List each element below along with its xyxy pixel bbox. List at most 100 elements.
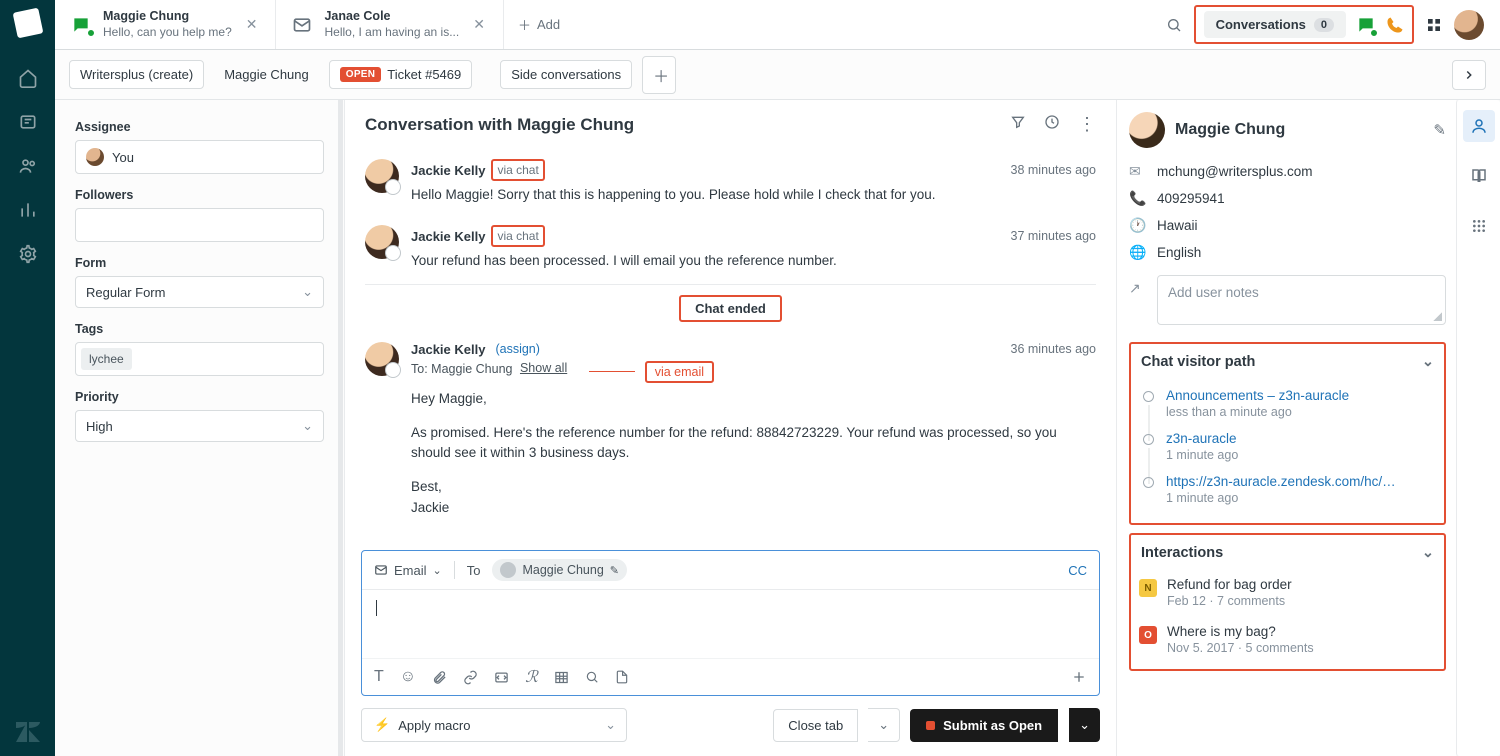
followers-field[interactable]: [75, 208, 324, 242]
chevron-down-icon: ⌄: [433, 564, 442, 577]
message-time: 36 minutes ago: [1011, 342, 1096, 356]
search-icon[interactable]: [1166, 17, 1182, 33]
conversations-button[interactable]: Conversations 0: [1204, 11, 1346, 38]
document-icon[interactable]: [615, 670, 629, 684]
interaction-title: Where is my bag?: [1167, 624, 1314, 639]
path-link[interactable]: Announcements – z3n-auracle: [1166, 388, 1349, 403]
submit-dropdown[interactable]: ⌄: [1069, 708, 1100, 742]
email-signoff-1: Best,: [411, 477, 1096, 497]
more-icon[interactable]: ⋮: [1078, 114, 1096, 135]
message-email: Jackie Kelly (assign) 36 minutes ago To:…: [365, 332, 1096, 528]
interaction-item[interactable]: O Where is my bag? Nov 5. 2017 · 5 comme…: [1137, 616, 1438, 663]
table-icon[interactable]: [554, 670, 569, 685]
avatar: [86, 148, 104, 166]
reporting-icon[interactable]: [18, 200, 38, 220]
apply-macro-button[interactable]: ⚡ Apply macro ⌄: [361, 708, 627, 742]
add-side-conversation-button[interactable]: ＋: [642, 56, 676, 94]
channel-selector[interactable]: Email ⌄: [374, 563, 442, 578]
filter-icon[interactable]: [1010, 114, 1026, 135]
close-icon[interactable]: ✕: [469, 12, 489, 37]
events-icon[interactable]: [1044, 114, 1060, 135]
submit-button[interactable]: Submit as Open: [910, 709, 1058, 742]
assignee-field[interactable]: You: [75, 140, 324, 174]
assign-link[interactable]: (assign): [495, 342, 539, 356]
interactions-header[interactable]: Interactions ⌄: [1137, 537, 1438, 569]
path-link[interactable]: https://z3n-auracle.zendesk.com/hc/en...: [1166, 474, 1396, 489]
admin-icon[interactable]: [18, 244, 38, 264]
tab-ticket-2[interactable]: Janae Cole Hello, I am having an is... ✕: [276, 0, 503, 49]
edit-icon[interactable]: ✎: [1433, 121, 1446, 139]
user-context-icon[interactable]: [1463, 110, 1495, 142]
tab-ticket-1[interactable]: Maggie Chung Hello, can you help me? ✕: [55, 0, 276, 49]
expand-apps-button[interactable]: [1452, 60, 1486, 90]
tags-label: Tags: [75, 322, 324, 336]
tags-field[interactable]: lychee: [75, 342, 324, 376]
tag-chip[interactable]: lychee: [81, 348, 132, 370]
expand-icon[interactable]: [1071, 669, 1087, 685]
conversation-panel: Conversation with Maggie Chung ⋮ Jackie …: [345, 100, 1116, 756]
views-icon[interactable]: [18, 112, 38, 132]
email-greeting: Hey Maggie,: [411, 389, 1096, 409]
edit-icon[interactable]: ✎: [610, 564, 619, 577]
message-time: 38 minutes ago: [1011, 163, 1096, 177]
text-format-icon[interactable]: T: [374, 668, 384, 686]
phone-tile-icon[interactable]: [1386, 16, 1404, 34]
assignee-label: Assignee: [75, 120, 324, 134]
customers-icon[interactable]: [18, 156, 38, 176]
current-user-avatar[interactable]: [1454, 10, 1484, 40]
message-channel: via chat: [491, 159, 544, 181]
avatar: [365, 342, 399, 376]
signature-icon[interactable]: ℛ: [525, 667, 538, 687]
breadcrumb-ticket[interactable]: OPEN Ticket #5469: [329, 60, 473, 89]
visitor-path-header[interactable]: Chat visitor path ⌄: [1137, 346, 1438, 378]
interactions-title: Interactions: [1141, 545, 1223, 561]
user-notes-field[interactable]: Add user notes: [1157, 275, 1446, 325]
email-body: As promised. Here's the reference number…: [411, 423, 1096, 464]
interaction-meta: Nov 5. 2017 · 5 comments: [1167, 641, 1314, 655]
knowledge-icon[interactable]: [1463, 160, 1495, 192]
code-icon[interactable]: [494, 670, 509, 685]
close-tab-dropdown[interactable]: ⌄: [868, 708, 900, 742]
conversation-title: Conversation with Maggie Chung: [365, 115, 634, 135]
interaction-meta: Feb 12 · 7 comments: [1167, 594, 1292, 608]
via-email-label: via email: [645, 361, 714, 383]
requester-avatar: [1129, 112, 1165, 148]
assignee-value: You: [112, 150, 134, 165]
breadcrumb-requester[interactable]: Maggie Chung: [214, 61, 319, 88]
add-tab-button[interactable]: ＋ Add: [504, 0, 574, 49]
avatar: [500, 562, 516, 578]
path-dot-icon: [1143, 477, 1154, 488]
attachment-icon[interactable]: [432, 670, 447, 685]
message-body: Your refund has been processed. I will e…: [411, 251, 1096, 271]
followers-label: Followers: [75, 188, 324, 202]
path-link[interactable]: z3n-auracle: [1166, 431, 1238, 446]
close-tab-button[interactable]: Close tab: [773, 709, 858, 742]
side-conversations-button[interactable]: Side conversations: [500, 60, 632, 89]
close-icon[interactable]: ✕: [242, 12, 262, 37]
apps-grid-icon[interactable]: [1426, 17, 1442, 33]
priority-select[interactable]: High ⌄: [75, 410, 324, 442]
apps-icon[interactable]: [1463, 210, 1495, 242]
status-badge: OPEN: [340, 67, 382, 82]
recipient-chip[interactable]: Maggie Chung ✎: [492, 559, 627, 581]
form-select[interactable]: Regular Form ⌄: [75, 276, 324, 308]
message-author: Jackie Kelly: [411, 229, 485, 244]
search-icon[interactable]: [585, 670, 599, 684]
visitor-path-title: Chat visitor path: [1141, 354, 1255, 370]
emoji-icon[interactable]: ☺: [400, 668, 416, 686]
tab-title: Maggie Chung: [103, 9, 232, 25]
composer-textarea[interactable]: [362, 590, 1099, 658]
show-all-link[interactable]: Show all: [520, 361, 567, 375]
online-dot-icon: [87, 29, 95, 37]
path-time: 1 minute ago: [1166, 491, 1396, 505]
breadcrumb-org[interactable]: Writersplus (create): [69, 60, 204, 89]
chevron-down-icon: ⌄: [1079, 717, 1090, 732]
requester-email: mchung@writersplus.com: [1157, 164, 1313, 179]
ticket-id: Ticket #5469: [387, 67, 461, 82]
interaction-item[interactable]: N Refund for bag order Feb 12 · 7 commen…: [1137, 569, 1438, 616]
chat-tile-icon[interactable]: [1356, 15, 1376, 35]
cc-button[interactable]: CC: [1068, 563, 1087, 578]
home-icon[interactable]: [18, 68, 38, 88]
chat-ended-divider: Chat ended: [365, 295, 1096, 322]
link-icon[interactable]: [463, 670, 478, 685]
